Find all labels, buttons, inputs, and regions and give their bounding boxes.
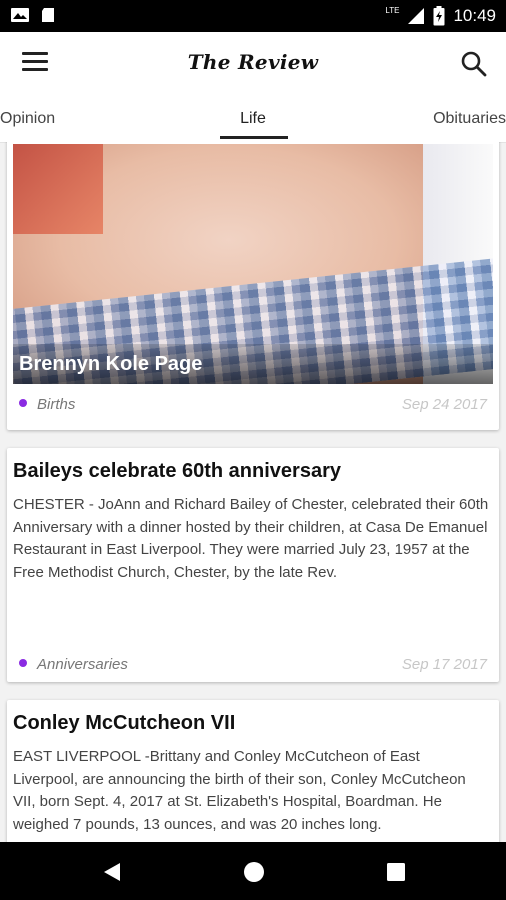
article-card[interactable]: Baileys celebrate 60th anniversary CHEST…: [7, 448, 499, 682]
brand-logo: The Review: [187, 50, 319, 74]
network-type: LTE: [385, 5, 400, 15]
search-button[interactable]: [460, 50, 488, 78]
article-date: Sep 24 2017: [401, 396, 487, 413]
recent-apps-icon[interactable]: [384, 860, 408, 884]
home-icon[interactable]: [242, 860, 266, 884]
notification-icons: [10, 7, 58, 23]
battery-icon: [433, 6, 445, 26]
gallery-icon: [11, 8, 29, 22]
article-title: Baileys celebrate 60th anniversary: [13, 460, 341, 482]
search-icon: [461, 51, 487, 77]
status-bar: LTE 10:49: [0, 0, 506, 32]
article-feed[interactable]: Brennyn Kole Page Births Sep 24 2017 Bai…: [0, 142, 506, 842]
signal-icon: [408, 8, 425, 24]
clock: 10:49: [453, 6, 496, 25]
system-nav-bar: [0, 842, 506, 900]
section-tabs: Opinion Life Obituaries: [0, 98, 506, 143]
sd-card-icon: [42, 8, 54, 22]
tab-obituaries[interactable]: Obituaries: [433, 110, 506, 128]
article-snippet: EAST LIVERPOOL -Brittany and Conley McCu…: [13, 748, 466, 833]
category-dot-icon: [19, 659, 27, 668]
active-tab-indicator: [220, 136, 288, 139]
category-label: Anniversaries: [37, 656, 128, 673]
article-date: Sep 17 2017: [401, 656, 487, 673]
tab-opinion[interactable]: Opinion: [0, 110, 55, 128]
article-meta: Anniversaries Sep 17 2017: [19, 656, 487, 673]
tab-life[interactable]: Life: [240, 110, 266, 127]
app-bar: The Review: [0, 32, 506, 98]
article-photo: Brennyn Kole Page: [13, 144, 493, 384]
article-card[interactable]: Brennyn Kole Page Births Sep 24 2017: [7, 142, 499, 430]
category-label: Births: [37, 396, 76, 413]
article-card[interactable]: Conley McCutcheon VII EAST LIVERPOOL -Br…: [7, 700, 499, 842]
category-dot-icon: [19, 399, 27, 408]
article-title: Conley McCutcheon VII: [13, 712, 236, 734]
article-meta: Births Sep 24 2017: [19, 396, 487, 413]
photo-caption: Brennyn Kole Page: [13, 344, 493, 384]
back-icon[interactable]: [100, 860, 124, 884]
article-snippet: CHESTER - JoAnn and Richard Bailey of Ch…: [13, 496, 489, 581]
